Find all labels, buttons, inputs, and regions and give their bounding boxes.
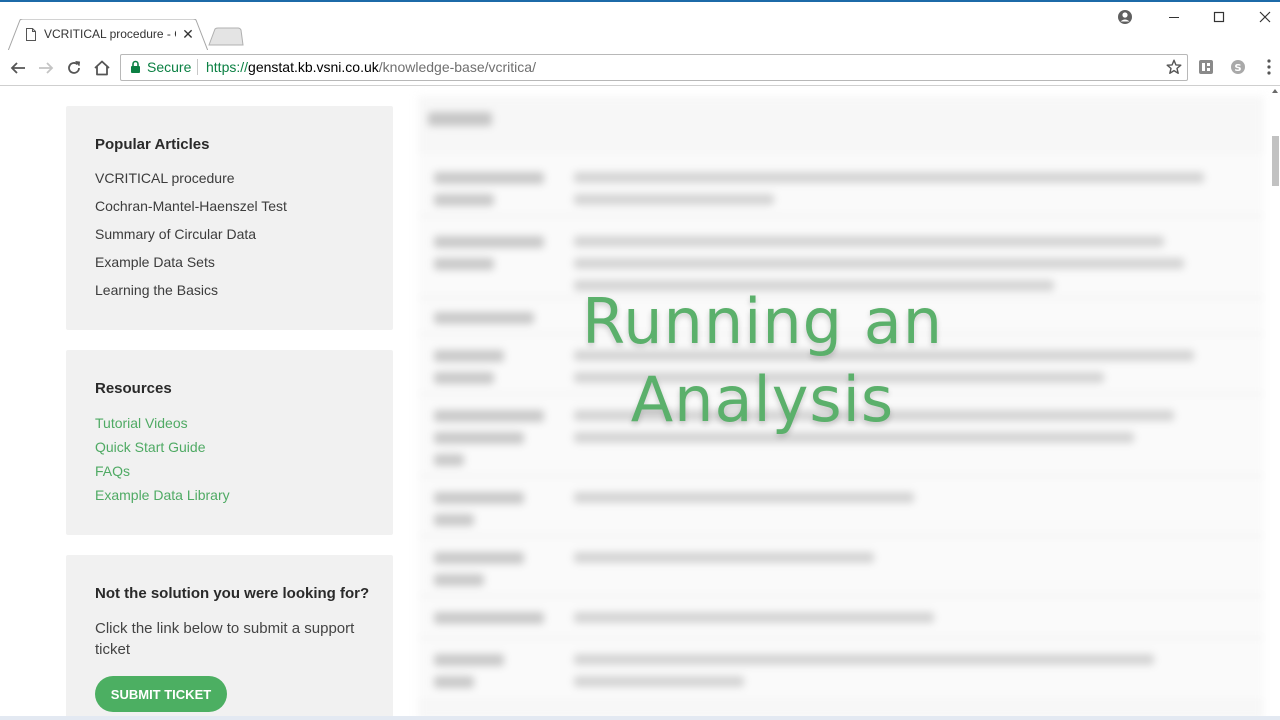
url-protocol: https://: [206, 59, 249, 75]
tab-title: VCRITICAL procedure - G: [44, 27, 176, 41]
reload-button[interactable]: [63, 57, 85, 79]
arrow-left-icon: [10, 62, 25, 74]
url-host: genstat.kb.vsni.co.uk: [248, 59, 379, 75]
scrollbar-thumb[interactable]: [1272, 136, 1279, 186]
url-path: /knowledge-base/vcritica/: [378, 59, 536, 75]
resources-card: Resources Tutorial Videos Quick Start Gu…: [66, 350, 393, 535]
home-button[interactable]: [91, 57, 113, 79]
submit-ticket-button[interactable]: SUBMIT TICKET: [95, 676, 227, 712]
url-text[interactable]: https://genstat.kb.vsni.co.uk/knowledge-…: [206, 59, 536, 75]
popular-article-link[interactable]: Learning the Basics: [95, 282, 218, 298]
account-icon[interactable]: [1117, 9, 1133, 25]
bookmark-star-icon[interactable]: [1166, 59, 1182, 75]
extension-icon[interactable]: [1198, 59, 1214, 75]
document-icon: [26, 28, 36, 41]
maximize-button[interactable]: [1209, 8, 1229, 26]
address-separator: [197, 59, 198, 75]
lock-icon: [131, 60, 140, 73]
video-overlay-title: Running an Analysis: [500, 283, 1025, 439]
popular-articles-heading: Popular Articles: [95, 136, 210, 153]
skype-icon[interactable]: S: [1230, 59, 1246, 75]
home-icon: [94, 60, 110, 76]
resource-link-faqs[interactable]: FAQs: [95, 463, 130, 479]
popular-article-link[interactable]: Cochran-Mantel-Haenszel Test: [95, 198, 287, 214]
page-viewport: Popular Articles VCRITICAL procedure Coc…: [0, 86, 1280, 720]
scroll-up-arrow-icon[interactable]: [1272, 89, 1278, 93]
reload-icon: [68, 61, 81, 74]
popular-article-link[interactable]: Summary of Circular Data: [95, 226, 256, 242]
resource-link-tutorial-videos[interactable]: Tutorial Videos: [95, 415, 188, 431]
close-window-button[interactable]: [1255, 8, 1275, 26]
tab-close-icon[interactable]: ✕: [181, 26, 195, 43]
overlay-title-line1: Running an: [581, 285, 944, 358]
resource-link-example-data[interactable]: Example Data Library: [95, 487, 230, 503]
new-tab-button[interactable]: [206, 27, 244, 46]
popular-articles-card: Popular Articles VCRITICAL procedure Coc…: [66, 106, 393, 330]
minimize-button[interactable]: [1164, 8, 1184, 26]
support-card: Not the solution you were looking for? C…: [66, 555, 393, 720]
resources-heading: Resources: [95, 380, 172, 397]
forward-button[interactable]: [35, 57, 57, 79]
back-button[interactable]: [7, 57, 29, 79]
arrow-right-icon: [39, 62, 54, 74]
more-menu-icon[interactable]: [1264, 58, 1274, 76]
support-text: Click the link below to submit a support…: [95, 620, 355, 658]
page-bottom-edge: [0, 716, 1280, 720]
svg-text:S: S: [1234, 63, 1241, 74]
popular-article-link[interactable]: VCRITICAL procedure: [95, 170, 235, 186]
secure-label[interactable]: Secure: [147, 59, 191, 75]
support-heading: Not the solution you were looking for?: [95, 585, 370, 602]
overlay-title-line2: Analysis: [630, 363, 895, 436]
resource-link-quick-start[interactable]: Quick Start Guide: [95, 439, 206, 455]
popular-article-link[interactable]: Example Data Sets: [95, 254, 215, 270]
